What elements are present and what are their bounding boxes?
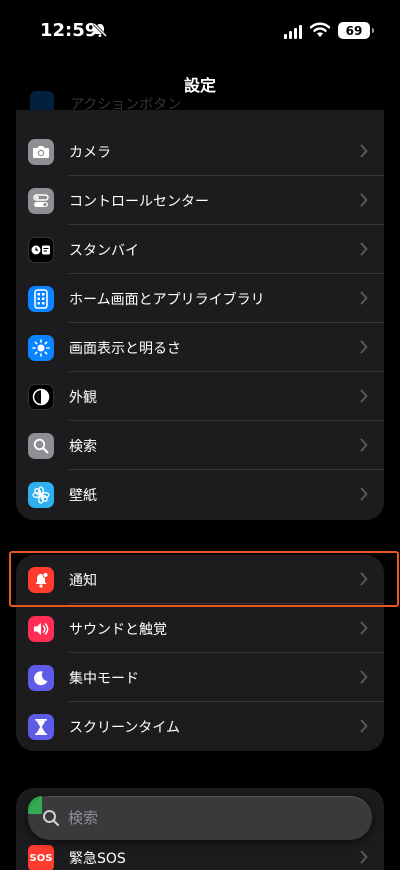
chevron-right-icon [360,621,368,635]
chevron-right-icon [360,340,368,354]
chevron-right-icon [360,487,368,501]
settings-row-label: 緊急SOS [69,851,126,867]
sos-icon-text: SOS [29,852,53,864]
settings-row-label: 外観 [69,390,97,406]
search-input[interactable] [68,804,358,832]
chevron-right-icon [360,438,368,452]
selection-highlight [9,551,399,607]
settings-row-label: コントロールセンター [69,194,209,210]
page-title: 設定 [183,76,216,95]
speaker-icon [28,616,54,642]
settings-row-label: ホーム画面とアプリライブラリ [69,292,265,308]
chevron-right-icon [360,719,368,733]
sun-icon [28,335,54,361]
standby-icon [28,237,54,263]
settings-row-display-brightness[interactable]: 画面表示と明るさ [16,323,384,372]
flower-icon [28,482,54,508]
moon-icon [28,665,54,691]
settings-row-focus[interactable]: 集中モード [16,653,384,702]
settings-row-screen-time[interactable]: スクリーンタイム [16,702,384,751]
chevron-right-icon [360,193,368,207]
chevron-right-icon [360,850,368,864]
chevron-right-icon [360,144,368,158]
settings-row-label: 画面表示と明るさ [69,341,181,357]
settings-row-label: 検索 [69,439,97,455]
camera-icon [28,139,54,165]
settings-row-label: スクリーンタイム [69,720,181,736]
settings-row-label: サウンドと触覚 [69,622,167,638]
home-screen-icon [28,286,54,312]
settings-row-label: 集中モード [69,671,139,687]
status-time: 12:59 [40,20,98,41]
chevron-right-icon [360,670,368,684]
hourglass-icon [28,714,54,740]
settings-row-label: カメラ [69,145,111,161]
battery-level: 69 [345,23,363,38]
sos-icon: SOS [28,845,54,870]
cellular-signal-icon [284,25,302,39]
settings-row-search[interactable]: 検索 [16,421,384,470]
settings-row-control-center[interactable]: コントロールセンター [16,176,384,225]
toggles-icon [28,188,54,214]
bell-off-icon [92,22,108,38]
settings-row-appearance[interactable]: 外観 [16,372,384,421]
search-icon [43,810,60,827]
wifi-icon [309,22,331,37]
settings-row-home-screen[interactable]: ホーム画面とアプリライブラリ [16,274,384,323]
chevron-right-icon [360,242,368,256]
search-bar[interactable] [28,796,372,840]
settings-row-label: 壁紙 [69,488,97,504]
settings-row-camera[interactable]: カメラ [16,127,384,176]
settings-row-label: スタンバイ [69,243,139,259]
status-bar: 12:59 69 [0,0,400,60]
battery-indicator: 69 [338,22,374,39]
magnifier-icon [28,433,54,459]
settings-group-display: カメラ コントロールセンター スタンバイ ホーム画面とアプリライブラリ 画面表示… [16,110,384,520]
chevron-right-icon [360,389,368,403]
settings-row-sounds-haptics[interactable]: サウンドと触覚 [16,604,384,653]
settings-row-standby[interactable]: スタンバイ [16,225,384,274]
chevron-right-icon [360,291,368,305]
appearance-icon [28,384,54,410]
settings-row-wallpaper[interactable]: 壁紙 [16,470,384,519]
